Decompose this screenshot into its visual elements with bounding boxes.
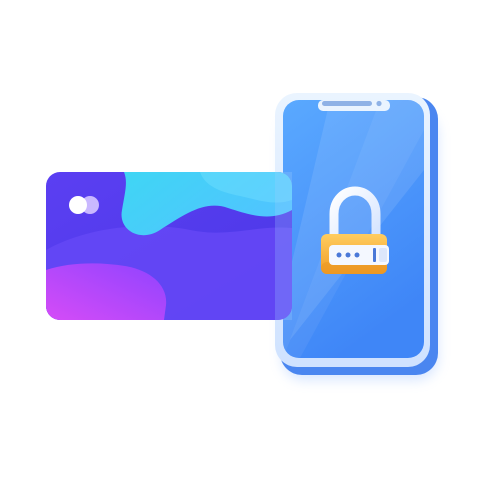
phone-camera (376, 100, 382, 107)
card-chip-front (69, 196, 87, 214)
phone-speaker (322, 101, 372, 106)
password-field-end (379, 248, 387, 262)
password-dot (345, 252, 351, 258)
card-phone-overlap (275, 172, 292, 320)
illustration-canvas (0, 0, 480, 480)
password-field-icon (329, 245, 389, 265)
secure-payment-illustration (46, 93, 438, 380)
password-cursor (373, 248, 376, 262)
credit-card-icon (46, 172, 292, 320)
password-dot (336, 252, 342, 258)
password-dot (354, 252, 360, 258)
